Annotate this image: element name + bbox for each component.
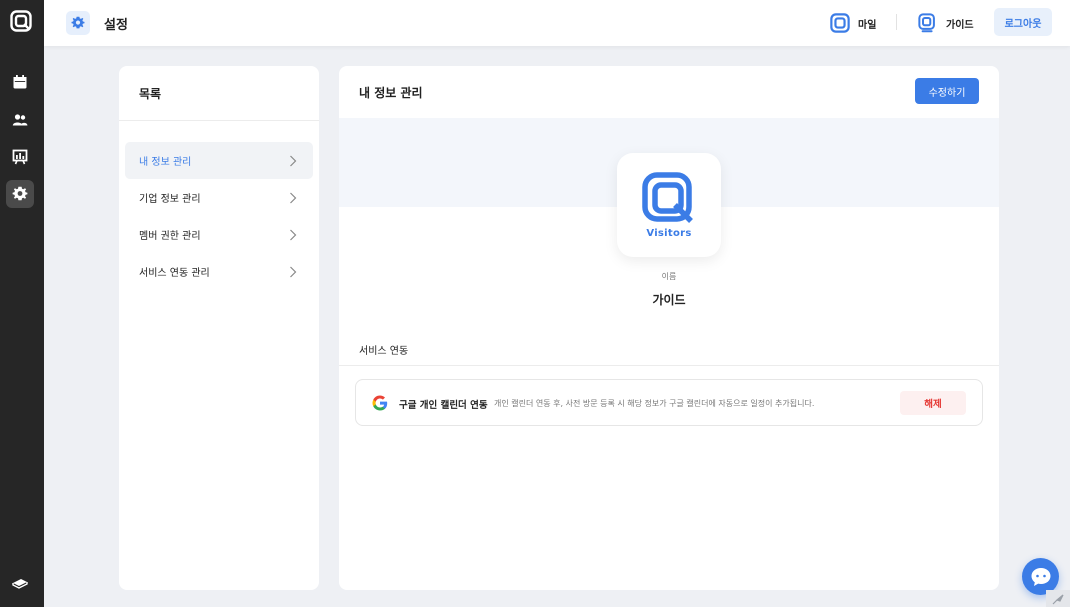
topbar-divider (896, 14, 897, 30)
gear-icon (71, 16, 85, 29)
name-value: 가이드 (652, 293, 686, 307)
app-logo-icon[interactable] (10, 10, 32, 32)
menu-item-label: 서비스 연동 관리 (139, 268, 210, 279)
left-rail (0, 0, 44, 607)
edit-button[interactable]: 수정하기 (915, 78, 979, 104)
top-bar: 설정 마일 가이드 로그아웃 (44, 0, 1070, 46)
calendar-icon (13, 75, 27, 89)
service-name: 구글 개인 캘린더 연동 (399, 400, 488, 411)
settings-title-icon (66, 11, 90, 35)
chart-board-icon (12, 149, 28, 165)
chevron-right-icon (290, 266, 297, 278)
user-name-label: 가이드 (946, 19, 974, 31)
service-description: 개인 캘린더 연동 후, 사전 방문 등록 시 해당 정보가 구글 캘린더에 자… (494, 399, 815, 408)
logout-button[interactable]: 로그아웃 (994, 8, 1052, 36)
rail-members[interactable] (6, 106, 34, 134)
google-icon (372, 395, 388, 411)
visitors-logo-icon (642, 171, 693, 223)
menu-item-member-permissions[interactable]: 멤버 권한 관리 (125, 216, 313, 253)
chat-bubble-icon (1031, 567, 1050, 586)
chevron-right-icon (290, 192, 297, 204)
book-icon (12, 579, 28, 589)
menu-item-label: 멤버 권한 관리 (139, 231, 201, 242)
rail-calendar[interactable] (6, 68, 34, 96)
rail-docs[interactable] (6, 568, 34, 596)
avatar: Visitors (617, 153, 721, 257)
chevron-right-icon (290, 155, 297, 167)
workspace-selector[interactable]: 마일 (830, 11, 876, 35)
name-label: 이름 (661, 272, 677, 281)
corner-widget[interactable] (1046, 590, 1070, 607)
users-icon (12, 114, 28, 126)
workspace-logo-icon (830, 13, 850, 33)
menu-item-company-info[interactable]: 기업 정보 관리 (125, 179, 313, 216)
services-divider (339, 365, 999, 366)
menu-heading: 목록 (119, 66, 319, 121)
settings-menu-panel: 목록 내 정보 관리 기업 정보 관리 멤버 권한 관리 서비스 연동 관리 (119, 66, 319, 590)
unlink-button[interactable]: 해제 (900, 391, 966, 415)
my-info-panel: 내 정보 관리 수정하기 Visitors 이름 가이드 서비스 연동 구글 개… (339, 66, 999, 590)
google-calendar-integration-card: 구글 개인 캘린더 연동 개인 캘린더 연동 후, 사전 방문 등록 시 해당 … (355, 379, 983, 426)
avatar-brand-text: Visitors (646, 227, 692, 239)
menu-item-label: 기업 정보 관리 (139, 194, 201, 205)
workspace-label: 마일 (858, 19, 877, 31)
menu-item-label: 내 정보 관리 (139, 157, 192, 168)
chevron-right-icon (290, 229, 297, 241)
menu-list: 내 정보 관리 기업 정보 관리 멤버 권한 관리 서비스 연동 관리 (119, 121, 319, 290)
page-title: 설정 (104, 18, 128, 33)
user-logo-icon (918, 13, 935, 33)
rail-dashboard[interactable] (6, 143, 34, 171)
rail-settings[interactable] (6, 180, 34, 208)
gear-icon (12, 186, 28, 201)
content-heading: 내 정보 관리 (359, 86, 423, 100)
menu-item-service-integration[interactable]: 서비스 연동 관리 (125, 253, 313, 290)
menu-item-my-info[interactable]: 내 정보 관리 (125, 142, 313, 179)
rocket-icon (1052, 594, 1064, 605)
services-title: 서비스 연동 (359, 346, 409, 357)
user-profile[interactable]: 가이드 (918, 11, 974, 35)
